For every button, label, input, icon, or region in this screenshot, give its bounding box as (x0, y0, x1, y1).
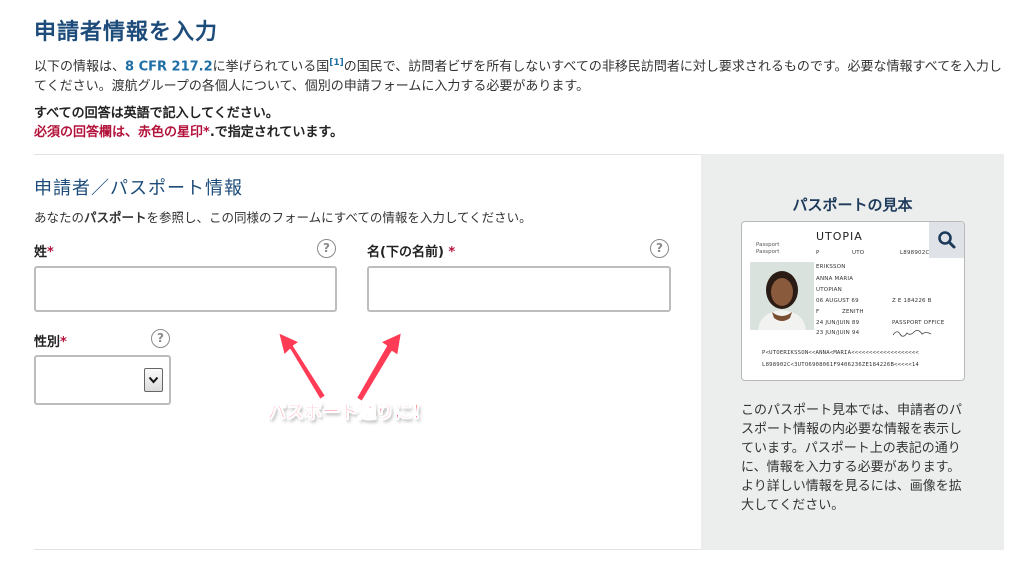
passport-sample-image[interactable]: UTOPIA Passport Passport P UTO L898902C … (741, 221, 965, 381)
passport-nationality: UTOPIAN (816, 287, 842, 293)
passport-authority: PASSPORT OFFICE (892, 320, 945, 326)
chevron-down-glyph (148, 376, 159, 384)
passport-state-code: UTO (852, 250, 865, 256)
search-icon (938, 231, 956, 249)
passport-mrz-line-2: L898902C<3UTO6908061F9406236ZE184226B<<<… (762, 362, 919, 368)
gender-select[interactable] (34, 355, 171, 405)
passport-surname: ERIKSSON (816, 264, 846, 270)
annotation-callout: パスポート通りに！ (268, 402, 431, 424)
last-name-label: 姓* (34, 241, 54, 260)
sample-panel-title: パスポートの見本 (792, 196, 913, 214)
passport-given-names: ANNA MARIA (816, 276, 854, 282)
notice-block: すべての回答は英語で記入してください。 必須の回答欄は、赤色の星印*.で指定され… (34, 104, 343, 142)
english-notice: すべての回答は英語で記入してください。 (34, 106, 279, 121)
last-name-input[interactable] (34, 266, 337, 312)
passport-birth-place: ZENITH (842, 309, 864, 315)
passport-mrz-line-1: P<UTOERIKSSON<<ANNA<MARIA<<<<<<<<<<<<<<<… (762, 350, 919, 356)
passport-issue-date: 24 JUN/JUIN 89 (816, 320, 860, 326)
intro-part-2: に挙げられている国 (212, 59, 330, 75)
section-divider-bottom (34, 549, 701, 550)
first-name-help-icon[interactable]: ? (650, 239, 669, 258)
first-name-label-text: 名(下の名前) (367, 245, 444, 260)
cfr-link[interactable]: 8 CFR 217.2 (125, 59, 213, 74)
required-star: * (203, 125, 210, 140)
person-photo-icon (750, 262, 814, 330)
passport-country: UTOPIA (816, 230, 863, 243)
last-name-required-star: * (47, 245, 54, 260)
last-name-label-text: 姓 (34, 245, 48, 260)
intro-part-1: 以下の情報は、 (34, 59, 126, 75)
passport-type-labels: Passport Passport (756, 242, 779, 256)
passport-expiry-date: 23 JUN/JUIN 94 (816, 330, 860, 336)
last-name-help-icon[interactable]: ? (317, 239, 336, 258)
section-divider-top (34, 154, 701, 155)
first-name-label: 名(下の名前) * (367, 241, 455, 260)
required-notice-red: 必須の回答欄は、赤色の星印 (34, 125, 204, 140)
sample-description: このパスポート見本では、申請者のパスポート情報の内必要な情報を表示しています。パ… (741, 403, 963, 513)
zoom-button[interactable] (929, 222, 964, 258)
first-name-input[interactable] (367, 266, 671, 312)
desc-part-1: あなたの (34, 210, 85, 225)
left-arrow-icon (277, 331, 327, 401)
passport-type-label-2: Passport (756, 249, 780, 255)
passport-photo (750, 262, 814, 330)
chevron-down-icon[interactable] (144, 368, 163, 392)
footnote-link[interactable]: [1] (329, 58, 344, 68)
passport-dob: 06 AUGUST 69 (816, 298, 859, 304)
required-notice-rest: .で指定されています。 (209, 125, 344, 140)
gender-label-text: 性別 (34, 335, 61, 350)
passport-sex: F (816, 309, 820, 315)
first-name-required-star: * (448, 245, 456, 260)
signature-icon (892, 330, 932, 337)
section-description: あなたのパスポートを参照し、この同様のフォームにすべての情報を入力してください。 (34, 207, 532, 226)
right-arrow-icon (355, 331, 403, 403)
passport-type-code: P (816, 250, 820, 256)
page-title: 申請者情報を入力 (34, 20, 219, 45)
intro-text: 以下の情報は、8 CFR 217.2に挙げられている国[1]の国民で、訪問者ビザ… (34, 53, 1004, 97)
passport-number: L898902C (900, 250, 930, 256)
section-title: 申請者／パスポート情報 (34, 178, 243, 199)
gender-label: 性別* (34, 331, 67, 350)
passport-sample-panel: パスポートの見本 UTOPIA Passport Passport P UTO … (701, 154, 1004, 550)
passport-type-label-1: Passport (756, 242, 780, 248)
required-notice: 必須の回答欄は、赤色の星印*.で指定されています。 (34, 123, 343, 142)
gender-help-icon[interactable]: ? (151, 329, 170, 348)
passport-personal-number: Z E 184226 B (892, 298, 932, 304)
gender-required-star: * (60, 335, 67, 350)
desc-bold: パスポート (84, 210, 147, 225)
desc-part-2: を参照し、この同様のフォームにすべての情報を入力してください。 (146, 210, 532, 225)
